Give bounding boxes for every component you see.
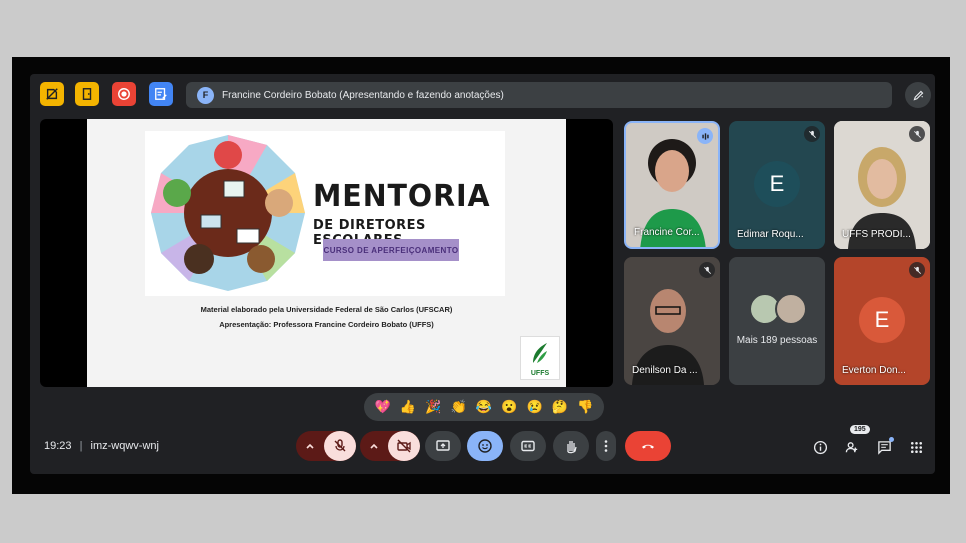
hide-annotations-button[interactable] bbox=[40, 82, 64, 106]
edit-note-icon bbox=[155, 88, 167, 100]
slide-banner: MENTORIA DE DIRETORES ESCOLARES CURSO DE… bbox=[145, 131, 505, 296]
mic-toggle-button[interactable] bbox=[324, 431, 356, 461]
reaction-clap-button[interactable]: 👏 bbox=[451, 399, 467, 415]
emoji-icon bbox=[478, 439, 492, 453]
mic-off-icon bbox=[913, 266, 921, 274]
annotate-button[interactable] bbox=[905, 82, 931, 108]
chevron-up-icon bbox=[370, 443, 378, 449]
mic-muted-indicator bbox=[909, 126, 925, 142]
recording-button[interactable] bbox=[112, 82, 136, 106]
end-call-icon bbox=[642, 444, 654, 449]
info-separator: | bbox=[79, 440, 83, 452]
companion-mode-button[interactable] bbox=[75, 82, 99, 106]
people-icon bbox=[845, 441, 857, 452]
raise-hand-button[interactable] bbox=[553, 431, 589, 461]
more-participants-tile[interactable]: Mais 189 pessoas bbox=[729, 257, 825, 385]
more-options-button[interactable] bbox=[596, 431, 616, 461]
closed-captions-icon bbox=[521, 440, 535, 452]
participant-tile-uffs[interactable]: UFFS PRODI... bbox=[834, 121, 930, 249]
camera-toggle-button[interactable] bbox=[388, 431, 420, 461]
presenter-banner: F Francine Cordeiro Bobato (Apresentando… bbox=[186, 82, 892, 108]
participant-tile-denilson[interactable]: Denilson Da ... bbox=[624, 257, 720, 385]
clock-time: 19:23 bbox=[44, 440, 72, 452]
uffs-logo-text: UFFS bbox=[530, 370, 550, 377]
reaction-sad-button[interactable]: 😢 bbox=[527, 399, 543, 415]
meeting-info: 19:23 | imz-wqwv-wnj bbox=[44, 440, 159, 452]
mic-muted-indicator bbox=[699, 262, 715, 278]
meeting-code: imz-wqwv-wnj bbox=[90, 440, 159, 452]
send-reaction-button[interactable] bbox=[467, 431, 503, 461]
apps-grid-icon bbox=[910, 441, 922, 453]
slide-course-badge: CURSO DE APERFEIÇOAMENTO bbox=[323, 239, 459, 261]
participant-name: Denilson Da ... bbox=[632, 365, 698, 376]
mic-muted-indicator bbox=[909, 262, 925, 278]
record-icon bbox=[118, 88, 130, 100]
participant-name: Edimar Roqu... bbox=[737, 229, 804, 240]
mic-off-icon bbox=[334, 439, 346, 452]
participant-name: Everton Don... bbox=[842, 365, 906, 376]
notes-button[interactable] bbox=[149, 82, 173, 106]
presenter-banner-text: Francine Cordeiro Bobato (Apresentando e… bbox=[222, 89, 504, 101]
activities-button[interactable] bbox=[905, 436, 927, 458]
presenter-avatar: F bbox=[197, 86, 214, 104]
mentoring-illustration bbox=[151, 135, 305, 291]
participant-thumbnail bbox=[775, 293, 807, 325]
slide-credit-line-1: Material elaborado pela Universidade Fed… bbox=[200, 305, 453, 314]
participant-name: Francine Cor... bbox=[634, 227, 700, 238]
info-icon bbox=[813, 440, 827, 454]
reaction-thumbs-up-button[interactable]: 👍 bbox=[400, 399, 416, 415]
reaction-thinking-button[interactable]: 🤔 bbox=[552, 399, 568, 415]
people-count-badge: 195 bbox=[850, 425, 870, 434]
unread-dot bbox=[889, 437, 894, 442]
more-vert-icon bbox=[604, 440, 608, 452]
participant-tile-edimar[interactable]: E Edimar Roqu... bbox=[729, 121, 825, 249]
pen-icon bbox=[913, 90, 923, 100]
reaction-party-button[interactable]: 🎉 bbox=[425, 399, 441, 415]
mic-muted-indicator bbox=[804, 126, 820, 142]
uffs-leaf-icon bbox=[533, 343, 547, 363]
presentation-stage: MENTORIA DE DIRETORES ESCOLARES CURSO DE… bbox=[40, 119, 613, 387]
chat-button[interactable] bbox=[873, 436, 895, 458]
meeting-details-button[interactable] bbox=[809, 436, 831, 458]
meet-window: F Francine Cordeiro Bobato (Apresentando… bbox=[30, 74, 935, 474]
video-options-button[interactable] bbox=[364, 431, 384, 461]
reaction-surprised-button[interactable]: 😮 bbox=[501, 399, 517, 415]
reaction-heart-button[interactable]: 💖 bbox=[375, 399, 391, 415]
presentation-slide: MENTORIA DE DIRETORES ESCOLARES CURSO DE… bbox=[87, 119, 566, 387]
captions-button[interactable] bbox=[510, 431, 546, 461]
uffs-logo: UFFS bbox=[520, 336, 560, 380]
participant-avatar: E bbox=[859, 297, 905, 343]
reactions-bar: 💖 👍 🎉 👏 😂 😮 😢 🤔 👎 bbox=[364, 393, 604, 421]
mic-off-icon bbox=[703, 266, 711, 274]
slide-title: MENTORIA bbox=[313, 179, 491, 214]
audio-options-button[interactable] bbox=[300, 431, 320, 461]
present-to-all-icon bbox=[436, 440, 450, 451]
present-screen-button[interactable] bbox=[425, 431, 461, 461]
leave-call-button[interactable] bbox=[625, 431, 671, 461]
reaction-laugh-button[interactable]: 😂 bbox=[476, 399, 492, 415]
door-icon bbox=[82, 88, 92, 100]
slide-credit-line-2: Apresentação: Professora Francine Cordei… bbox=[219, 320, 434, 329]
participant-tile-francine[interactable]: Francine Cor... bbox=[624, 121, 720, 249]
chevron-up-icon bbox=[306, 443, 314, 449]
speaking-indicator bbox=[697, 128, 713, 144]
mic-off-icon bbox=[808, 130, 816, 138]
audio-level-icon bbox=[701, 132, 709, 140]
hand-icon bbox=[567, 441, 577, 454]
people-button[interactable] bbox=[841, 436, 863, 458]
more-participants-label: Mais 189 pessoas bbox=[736, 335, 818, 346]
reaction-thumbs-down-button[interactable]: 👎 bbox=[577, 399, 593, 415]
mic-off-icon bbox=[913, 130, 921, 138]
participant-avatar: E bbox=[754, 161, 800, 207]
participant-tile-everton[interactable]: E Everton Don... bbox=[834, 257, 930, 385]
camera-off-icon bbox=[397, 439, 411, 453]
chat-icon bbox=[877, 440, 891, 455]
annotation-off-icon bbox=[46, 88, 58, 100]
participant-name: UFFS PRODI... bbox=[842, 229, 911, 240]
